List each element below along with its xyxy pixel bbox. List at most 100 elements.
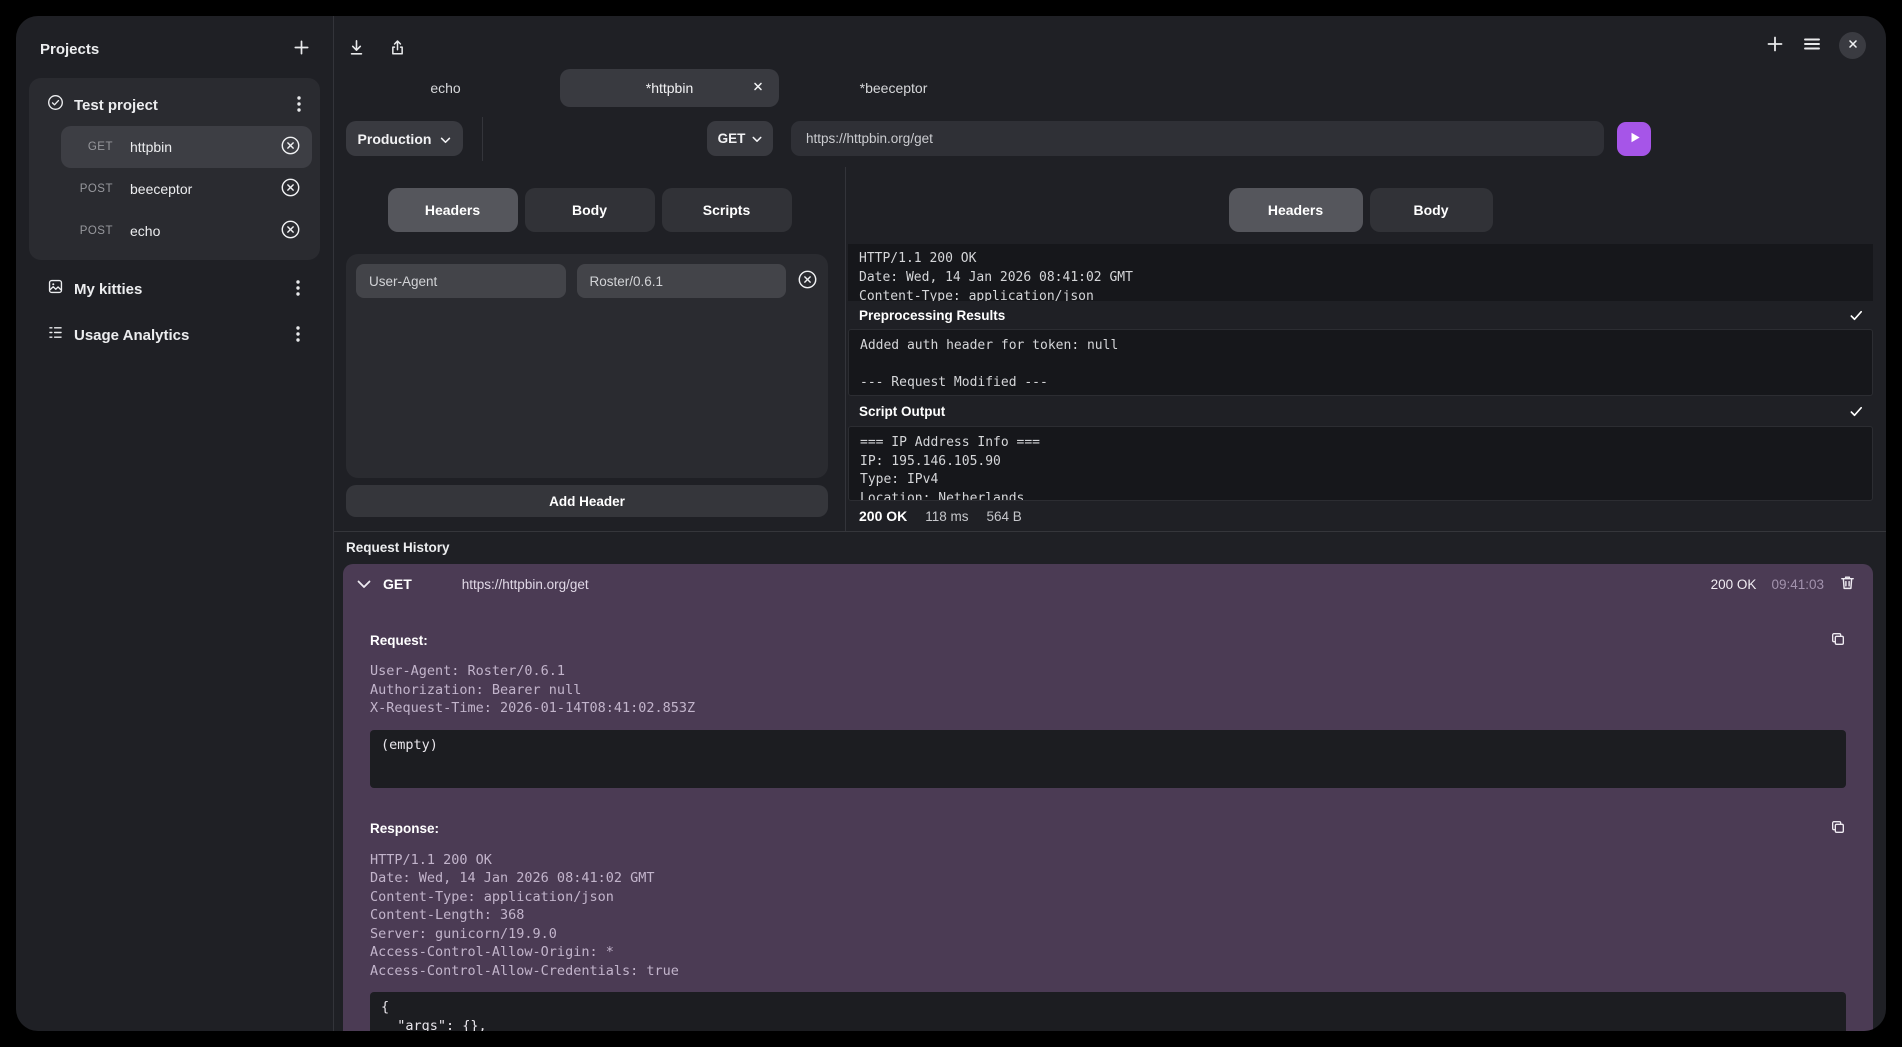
play-icon bbox=[1627, 130, 1642, 148]
sidebar: Projects Test project GET httpbin bbox=[16, 16, 334, 1031]
request-name: echo bbox=[130, 223, 160, 239]
tab-response-headers[interactable]: Headers bbox=[1229, 188, 1363, 232]
status-time: 118 ms bbox=[925, 509, 968, 524]
sidebar-item-my-kitties[interactable]: My kitties bbox=[16, 268, 333, 310]
new-tab-button[interactable] bbox=[1765, 34, 1785, 57]
response-pane: Headers Body HTTP/1.1 200 OK Date: Wed, … bbox=[846, 167, 1886, 531]
tab-strip: echo *httpbin *beeceptor bbox=[336, 69, 1003, 107]
topbar-left-icons bbox=[347, 38, 407, 60]
history-response-headers: HTTP/1.1 200 OK Date: Wed, 14 Jan 2026 0… bbox=[370, 851, 1846, 981]
export-button[interactable] bbox=[388, 38, 407, 60]
circle-x-icon bbox=[280, 135, 301, 159]
request-method: POST bbox=[61, 183, 113, 195]
request-name: beeceptor bbox=[130, 181, 192, 197]
script-output-panel-header[interactable]: Script Output bbox=[848, 396, 1873, 426]
menu-button[interactable] bbox=[1802, 34, 1822, 57]
circle-x-icon bbox=[280, 219, 301, 243]
share-icon bbox=[388, 38, 407, 60]
tab-httpbin-active[interactable]: *httpbin bbox=[560, 69, 779, 107]
tab-beeceptor[interactable]: *beeceptor bbox=[784, 69, 1003, 107]
tab-request-scripts[interactable]: Scripts bbox=[662, 188, 792, 232]
preprocessing-output: Added auth header for token: null --- Re… bbox=[848, 329, 1873, 396]
check-icon bbox=[1849, 404, 1864, 419]
add-project-button[interactable] bbox=[292, 38, 311, 60]
history-url: https://httpbin.org/get bbox=[462, 577, 589, 592]
close-tab-button[interactable] bbox=[752, 81, 764, 96]
request-section-header: Request: bbox=[370, 630, 1846, 650]
collection-menu-button[interactable] bbox=[296, 280, 300, 299]
status-size: 564 B bbox=[987, 509, 1022, 524]
tab-label: *httpbin bbox=[646, 80, 693, 96]
collection-name: Usage Analytics bbox=[74, 327, 189, 344]
url-input[interactable] bbox=[791, 121, 1604, 156]
sidebar-header: Projects bbox=[16, 16, 333, 68]
preprocessing-panel-header[interactable]: Preprocessing Results bbox=[848, 301, 1873, 329]
environment-dropdown[interactable]: Production bbox=[346, 121, 463, 156]
main-area: echo *httpbin *beeceptor Production bbox=[334, 16, 1886, 1031]
sidebar-request-beeceptor[interactable]: POST beeceptor bbox=[61, 168, 312, 210]
collapse-entry-button[interactable] bbox=[357, 577, 371, 592]
tab-request-headers[interactable]: Headers bbox=[388, 188, 518, 232]
copy-response-button[interactable] bbox=[1830, 819, 1846, 838]
chevron-down-icon bbox=[752, 131, 762, 146]
history-request-section: Request: User-Agent: Roster/0.6.1 Author… bbox=[343, 630, 1873, 788]
list-icon bbox=[47, 324, 64, 346]
remove-request-button[interactable] bbox=[280, 135, 301, 159]
request-bar: Production GET bbox=[346, 121, 1886, 156]
request-label: Request: bbox=[370, 633, 428, 648]
headers-editor-panel bbox=[346, 254, 828, 478]
history-entry-meta: 200 OK 09:41:03 bbox=[1711, 574, 1856, 594]
import-button[interactable] bbox=[347, 38, 366, 60]
kebab-icon bbox=[297, 96, 301, 115]
sidebar-item-usage-analytics[interactable]: Usage Analytics bbox=[16, 314, 333, 356]
project-menu-button[interactable] bbox=[297, 96, 301, 115]
tab-echo[interactable]: echo bbox=[336, 69, 555, 107]
delete-entry-button[interactable] bbox=[1839, 574, 1856, 594]
remove-request-button[interactable] bbox=[280, 219, 301, 243]
environment-label: Production bbox=[358, 131, 432, 147]
method-dropdown[interactable]: GET bbox=[707, 121, 773, 156]
history-section: Request History GET https://httpbin.org/… bbox=[334, 531, 1886, 1031]
send-request-button[interactable] bbox=[1617, 122, 1651, 156]
sidebar-request-httpbin[interactable]: GET httpbin bbox=[61, 126, 312, 168]
tab-response-body[interactable]: Body bbox=[1370, 188, 1493, 232]
close-icon bbox=[752, 81, 764, 96]
history-status: 200 OK bbox=[1711, 577, 1757, 592]
response-tabs: Headers Body bbox=[848, 188, 1873, 232]
topbar: echo *httpbin *beeceptor bbox=[334, 16, 1886, 107]
project-card: Test project GET httpbin POST beeceptor bbox=[29, 78, 320, 260]
screen: Projects Test project GET httpbin bbox=[0, 0, 1902, 1047]
header-row bbox=[356, 264, 818, 298]
copy-icon bbox=[1830, 631, 1846, 650]
preprocessing-title: Preprocessing Results bbox=[859, 308, 1005, 323]
collection-menu-button[interactable] bbox=[296, 326, 300, 345]
kebab-icon bbox=[296, 326, 300, 345]
header-value-input[interactable] bbox=[577, 264, 787, 298]
remove-request-button[interactable] bbox=[280, 177, 301, 201]
download-icon bbox=[347, 38, 366, 60]
divider bbox=[482, 117, 483, 161]
status-code: 200 OK bbox=[859, 508, 907, 524]
history-time: 09:41:03 bbox=[1771, 577, 1824, 592]
kebab-icon bbox=[296, 280, 300, 299]
project-header[interactable]: Test project bbox=[37, 86, 312, 126]
header-key-input[interactable] bbox=[356, 264, 566, 298]
image-icon bbox=[47, 278, 64, 300]
add-header-button[interactable]: Add Header bbox=[346, 485, 828, 517]
request-response-split: Headers Body Scripts Add Header bbox=[334, 167, 1886, 531]
project-name: Test project bbox=[74, 97, 158, 114]
collection-name: My kitties bbox=[74, 281, 142, 298]
history-title: Request History bbox=[346, 540, 1886, 557]
tab-request-body[interactable]: Body bbox=[525, 188, 655, 232]
history-method: GET bbox=[383, 576, 412, 592]
close-app-button[interactable] bbox=[1839, 32, 1866, 59]
circle-x-icon bbox=[280, 177, 301, 201]
topbar-right-icons bbox=[1765, 32, 1866, 59]
sidebar-request-echo[interactable]: POST echo bbox=[61, 210, 312, 252]
remove-header-button[interactable] bbox=[797, 269, 818, 293]
copy-request-button[interactable] bbox=[1830, 631, 1846, 650]
response-headers-text: HTTP/1.1 200 OK Date: Wed, 14 Jan 2026 0… bbox=[848, 244, 1873, 301]
hamburger-icon bbox=[1802, 34, 1822, 57]
request-name: httpbin bbox=[130, 139, 172, 155]
history-entry-header[interactable]: GET https://httpbin.org/get 200 OK 09:41… bbox=[343, 564, 1873, 604]
